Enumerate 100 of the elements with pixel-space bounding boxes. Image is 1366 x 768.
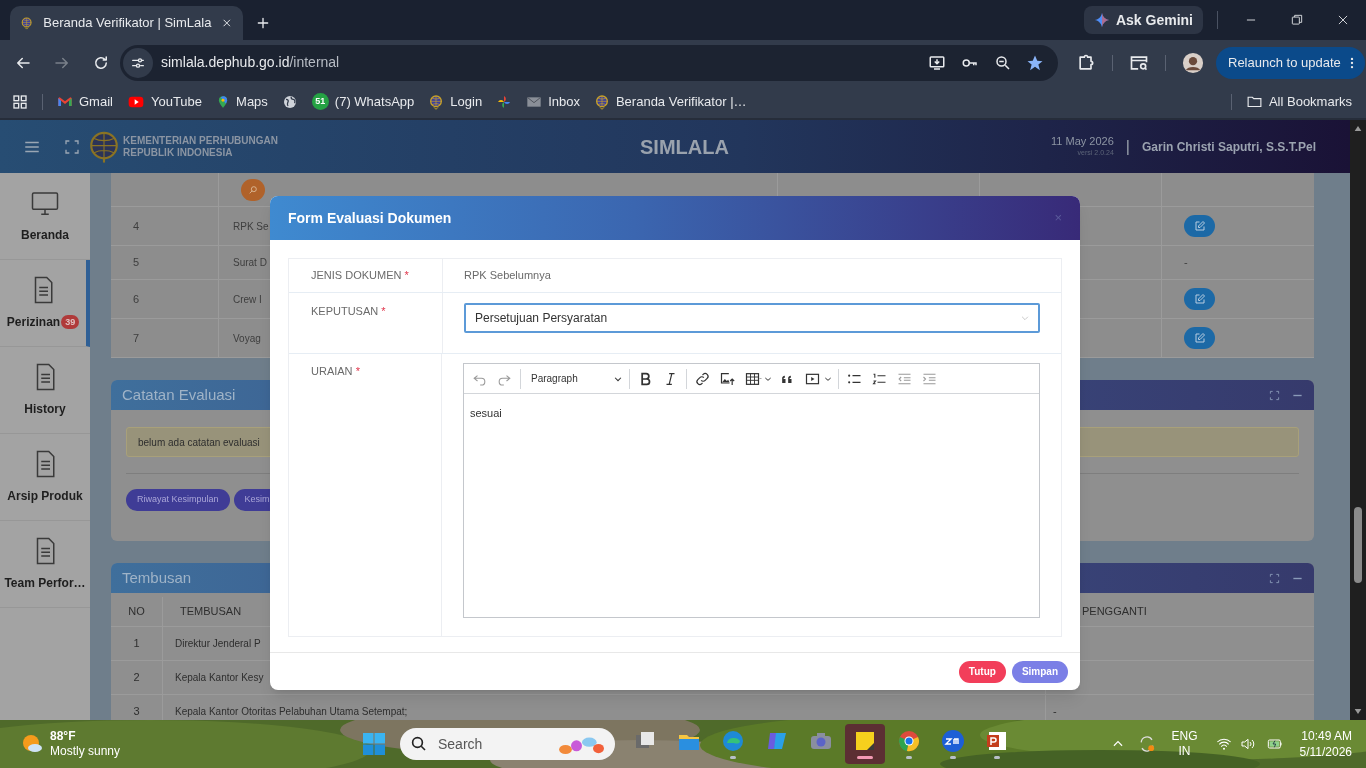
table-cell-text: 2 — [133, 670, 140, 686]
table-cell-text: Direktur Jenderal P — [175, 637, 261, 651]
close-button[interactable]: Tutup — [958, 660, 1006, 683]
action-button[interactable]: Riwayat Kesimpulan — [126, 489, 230, 511]
column-header: PENGGANTI — [1082, 604, 1147, 620]
divider-text: | — [1125, 136, 1130, 157]
expand-icon[interactable] — [1269, 572, 1280, 584]
table-cell-text: Kepala Kantor Kesy — [175, 671, 264, 685]
close-icon[interactable] — [221, 16, 233, 30]
column-header: NO — [128, 604, 145, 620]
pinwheel-icon[interactable] — [496, 93, 513, 110]
scrollbar-thumb[interactable] — [1354, 507, 1362, 583]
count-badge: 39 — [61, 315, 80, 329]
powerpoint-app-icon — [985, 729, 1009, 753]
user-name: Garin Christi Saputri, S.S.T.Pel — [1141, 138, 1316, 156]
clock-time[interactable]: 10:49 AM — [1301, 728, 1352, 744]
address-bar[interactable]: simlala.dephub.go.id/internal — [120, 44, 1058, 81]
date-text: 11 May 2026 — [1051, 135, 1114, 147]
table-cell-text: 6 — [133, 291, 140, 307]
edge-app-icon — [721, 729, 745, 753]
bookmark[interactable]: YouTube — [126, 91, 203, 112]
table-icon[interactable] — [743, 370, 762, 387]
select-field[interactable]: Persetujuan Persyaratan — [464, 303, 1040, 333]
bookmark[interactable]: 51 (7) WhatsApp — [311, 91, 415, 112]
sticky-app-icon — [853, 729, 877, 753]
image-upload-icon[interactable] — [718, 370, 737, 387]
relaunch-button[interactable]: Relaunch to update — [1216, 46, 1365, 79]
globe-emblem-icon — [593, 93, 610, 110]
windows-start-icon[interactable] — [362, 732, 386, 756]
table-cell-text: 7 — [133, 330, 140, 346]
table-cell-text: 4 — [133, 218, 140, 234]
tab-title: Beranda Verifikator | SimLala — [43, 14, 212, 33]
globe-emblem-icon — [428, 93, 445, 110]
bookmark[interactable]: Beranda Verifikator |… — [593, 91, 747, 112]
ask-gemini-button[interactable]: Ask Gemini — [1083, 6, 1203, 34]
chrome-app-icon — [897, 729, 921, 753]
edit-icon — [1193, 332, 1206, 344]
app-title: SIMLALA — [640, 134, 729, 160]
whatsapp-badge: 51 — [311, 93, 329, 110]
table-cell-text: 1 — [133, 636, 140, 652]
weather-text: Mostly sunny — [50, 744, 121, 759]
globe-icon[interactable] — [281, 93, 298, 110]
scroll-up-icon — [1353, 124, 1363, 134]
table-cell-text: - — [1053, 704, 1057, 720]
link-icon[interactable] — [693, 370, 712, 387]
taskbar-app[interactable] — [845, 724, 885, 764]
rich-text-editor[interactable]: Paragraph sesuai — [463, 363, 1040, 618]
browser-tab[interactable]: Beranda Verifikator | SimLala — [10, 6, 243, 40]
search-icon — [248, 184, 258, 195]
field-value: RPK Sebelumnya — [464, 268, 551, 284]
bookmark[interactable]: Maps — [216, 91, 268, 112]
table-cell-text: 5 — [133, 255, 140, 271]
table-cell-text: Crew I — [233, 292, 262, 307]
bookmark[interactable]: Inbox — [526, 91, 580, 112]
restore-icon[interactable] — [1290, 13, 1304, 27]
language-text[interactable]: ENG — [1171, 729, 1198, 744]
column-header: TEMBUSAN — [180, 604, 242, 620]
clock-date[interactable]: 5/11/2026 — [1299, 744, 1352, 760]
fullscreen-icon[interactable] — [64, 138, 80, 155]
panel-title: Tembusan — [122, 567, 192, 588]
new-tab-icon[interactable] — [255, 15, 271, 31]
puzzle-icon[interactable] — [1076, 52, 1096, 73]
modal-title: Form Evaluasi Dokumen — [288, 208, 452, 228]
close-icon[interactable] — [1336, 13, 1350, 27]
profile-avatar-icon[interactable] — [1182, 51, 1204, 74]
globe-emblem-icon — [20, 15, 34, 31]
search-field[interactable]: Search — [400, 728, 615, 760]
language-text[interactable]: IN — [1178, 744, 1191, 759]
bookmark[interactable]: Login — [428, 91, 483, 112]
temperature-text: 88°F — [50, 729, 77, 744]
url-text: simlala.dephub.go.id/internal — [161, 53, 340, 72]
apps-grid-icon[interactable] — [12, 93, 28, 110]
table-cell-text: 3 — [133, 704, 140, 720]
notice-text: belum ada catatan evaluasi — [138, 435, 260, 450]
sparkle-icon — [1093, 12, 1110, 28]
paragraph-dropdown[interactable]: Paragraph — [527, 371, 623, 386]
zoom-app-icon — [941, 729, 965, 753]
field-label: URAIAN * — [311, 364, 360, 379]
panel-title: Catatan Evaluasi — [122, 384, 236, 405]
all-bookmarks-link[interactable]: All Bookmarks — [1245, 91, 1352, 112]
scroll-down-icon — [1353, 706, 1363, 716]
table-cell-text: Kepala Kantor Otoritas Pelabuhan Utama Setempat; — [175, 705, 408, 719]
zoom-icon[interactable] — [994, 53, 1012, 72]
org-name: KEMENTERIAN PERHUBUNGAN — [123, 134, 278, 147]
scrollbar[interactable] — [1350, 120, 1366, 720]
search-icon — [410, 735, 428, 753]
install-app-icon[interactable] — [928, 53, 946, 72]
edit-icon — [1193, 293, 1206, 305]
field-label: JENIS DOKUMEN * — [311, 268, 409, 284]
bookmark[interactable]: Gmail — [57, 91, 113, 112]
editor-text: sesuai — [470, 406, 503, 421]
field-label: KEPUTUSAN * — [311, 304, 386, 319]
expand-icon[interactable] — [1269, 389, 1280, 401]
wifi-icon[interactable] — [1215, 736, 1232, 752]
chevron-down-icon — [1020, 313, 1030, 323]
table-cell-text: RPK Se — [233, 219, 269, 234]
edit-icon — [1193, 220, 1206, 232]
table-cell-text: Voyag — [233, 331, 261, 346]
volume-icon[interactable] — [1239, 736, 1256, 752]
table-cell-text: Surat D — [233, 256, 267, 270]
